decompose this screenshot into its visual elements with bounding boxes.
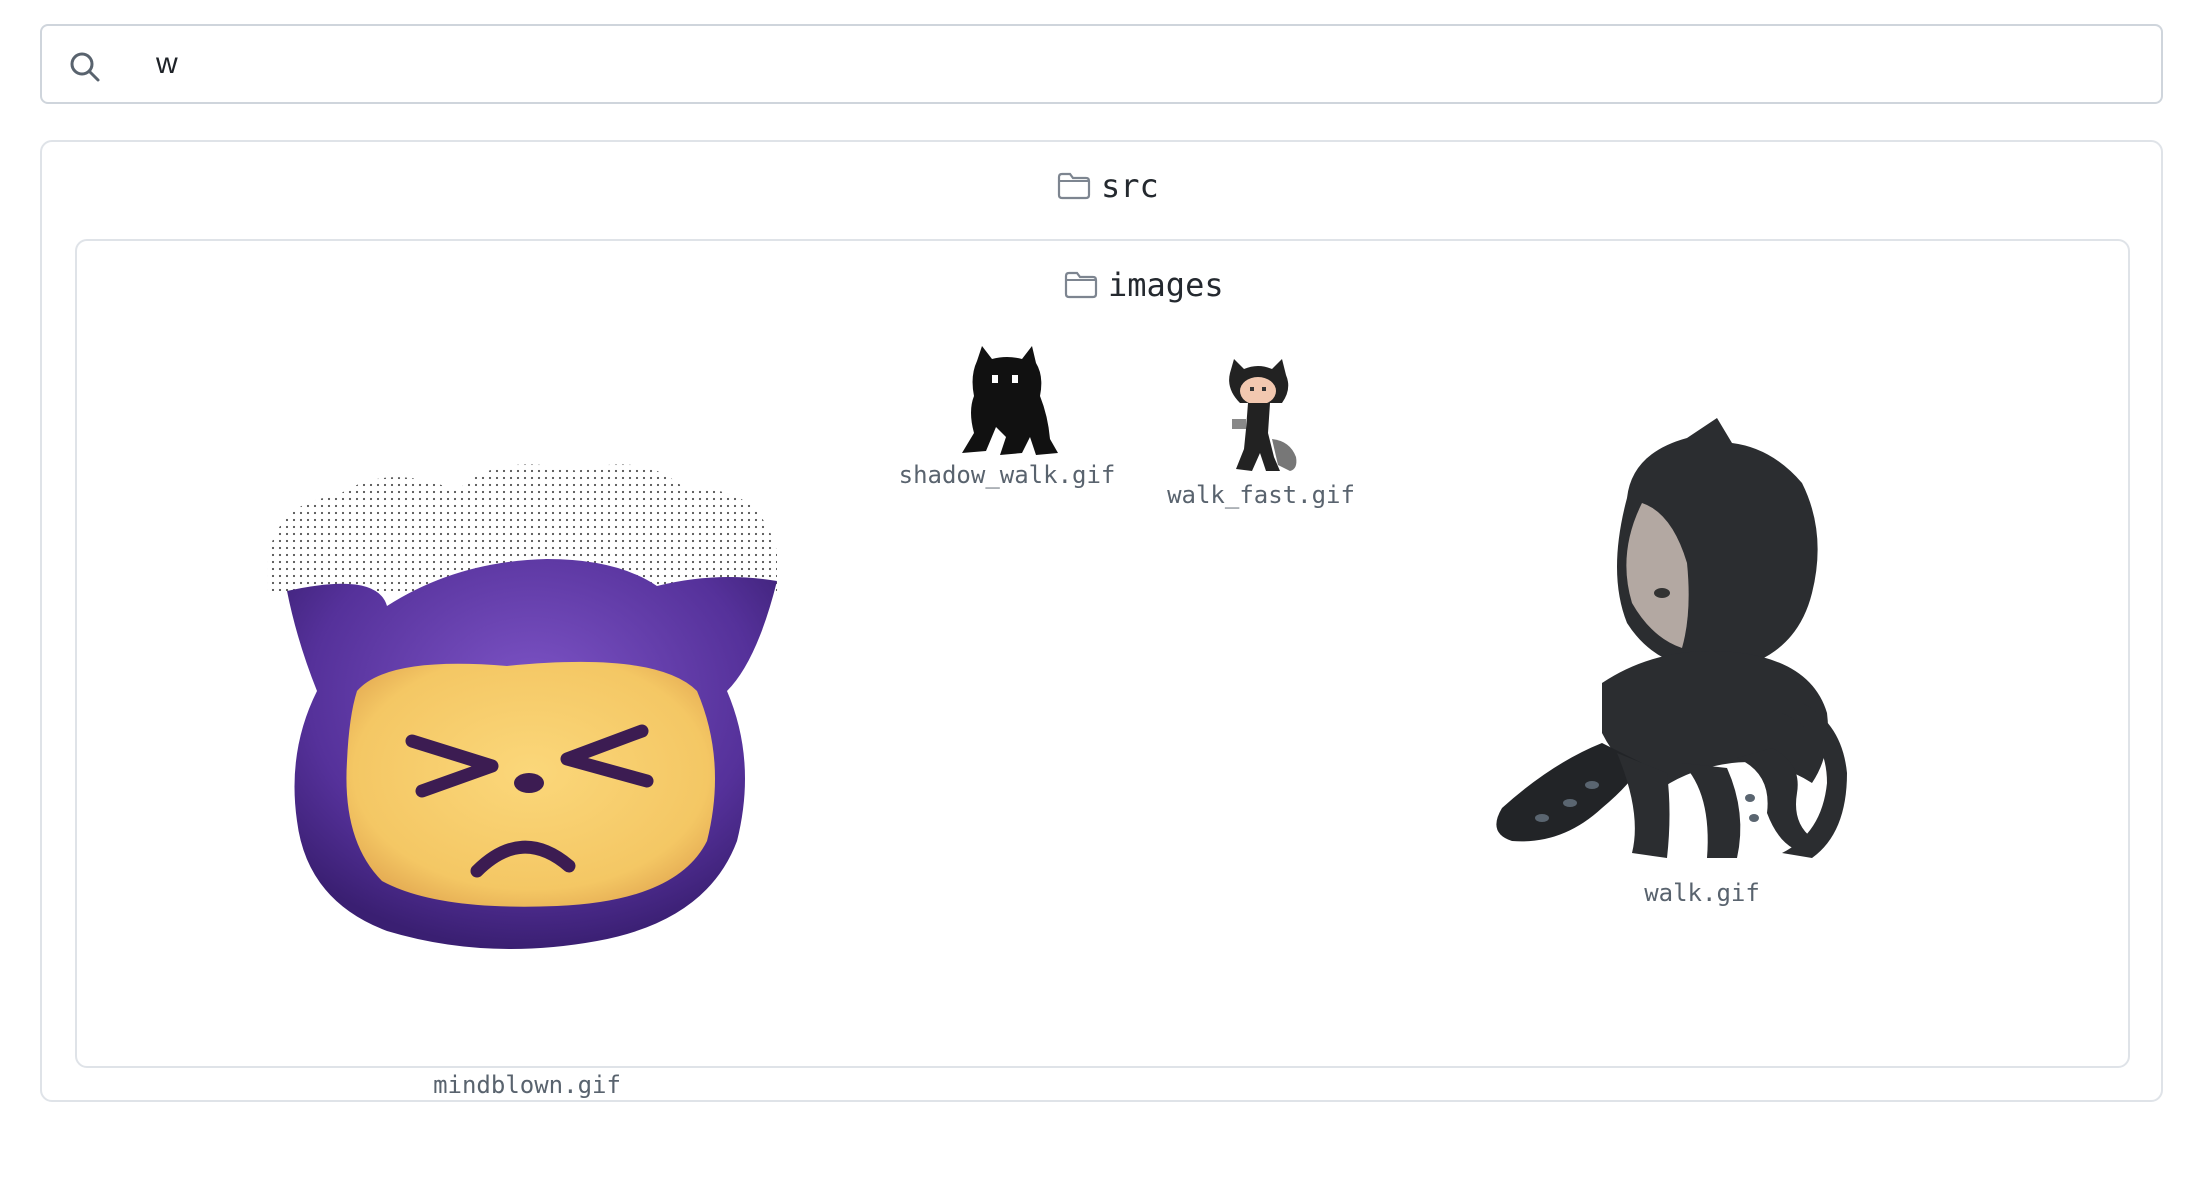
octocat-walking-icon — [1496, 418, 1847, 858]
file-label-walk-fast: walk_fast.gif — [1167, 481, 1355, 509]
pixel-octocat-walking-icon — [1229, 359, 1297, 471]
search-box[interactable] — [40, 24, 2163, 104]
folder-label-src: src — [1101, 167, 1159, 205]
folder-header-src[interactable]: src — [1057, 167, 1159, 205]
search-input[interactable] — [114, 40, 2134, 88]
folder-icon — [1057, 172, 1091, 200]
file-item-mindblown[interactable]: mindblown.gif — [257, 441, 797, 1099]
file-label-walk: walk.gif — [1644, 879, 1760, 907]
folder-src: src images mindblown.gif shadow_walk.gif… — [40, 140, 2163, 1102]
purple-cat-mindblown-icon — [267, 464, 777, 949]
folder-header-images[interactable]: images — [1064, 266, 1224, 304]
search-icon — [70, 52, 100, 82]
file-item-shadow-walk[interactable]: shadow_walk.gif — [887, 341, 1127, 489]
folder-label-images: images — [1108, 266, 1224, 304]
file-label-shadow-walk: shadow_walk.gif — [898, 461, 1116, 489]
file-item-walk-fast[interactable]: walk_fast.gif — [1141, 353, 1381, 509]
file-item-walk[interactable]: walk.gif — [1482, 413, 1922, 907]
folder-images: images mindblown.gif shadow_walk.gif wal… — [75, 239, 2130, 1099]
black-silhouette-cat-icon — [962, 346, 1058, 455]
folder-icon — [1064, 271, 1098, 299]
file-label-mindblown: mindblown.gif — [433, 1071, 621, 1099]
